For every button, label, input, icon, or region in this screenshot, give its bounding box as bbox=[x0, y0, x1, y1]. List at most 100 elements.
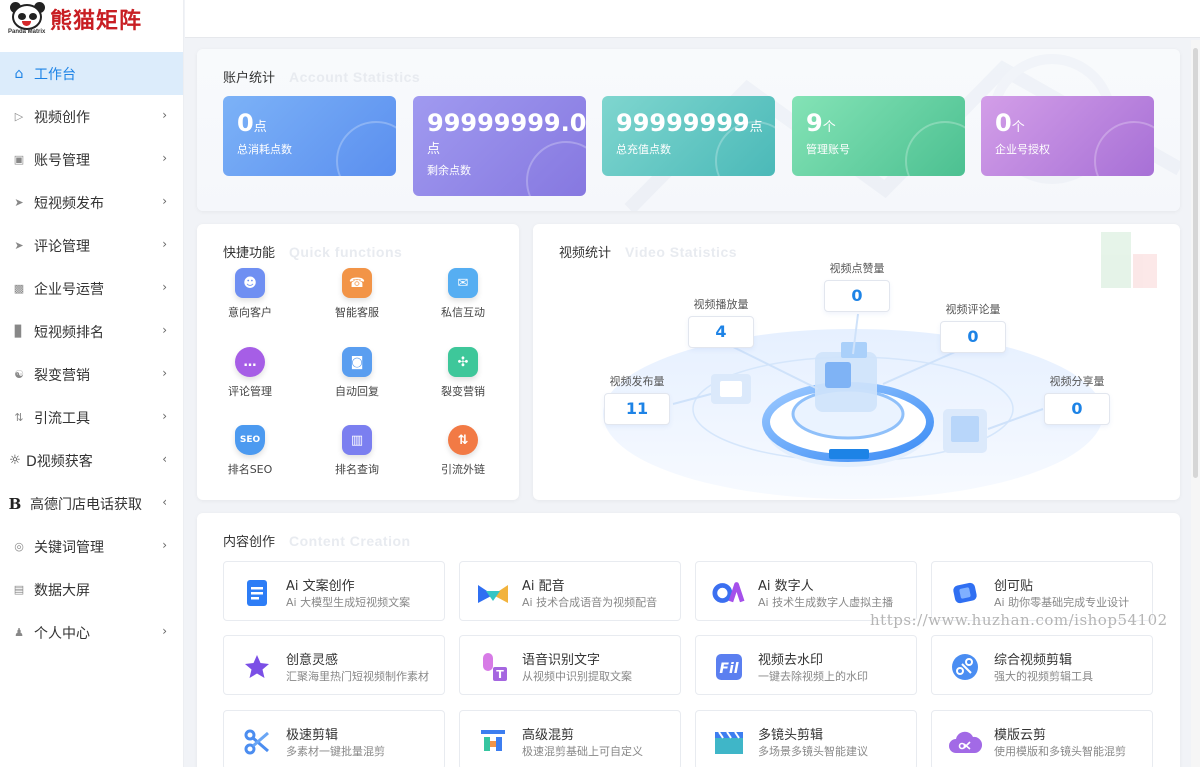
send-icon: ➤ bbox=[14, 196, 24, 209]
card-fast-editing[interactable]: 极速剪辑 多素材一键批量混剪 bbox=[223, 710, 445, 767]
card-title: 创可贴 bbox=[994, 579, 1034, 594]
scissors-circle-icon bbox=[948, 650, 982, 684]
quick-private-message[interactable]: ✉ 私信互动 bbox=[428, 268, 498, 320]
headset-icon: ☎ bbox=[342, 268, 372, 298]
link-icon: ⇅ bbox=[448, 425, 478, 455]
page-scrollbar[interactable] bbox=[1191, 40, 1200, 767]
stat-video-published: 视频发布量 11 bbox=[604, 373, 670, 425]
sidebar-item-personal-center[interactable]: ♟ 个人中心 › bbox=[0, 611, 183, 654]
stat-total-consumed: 0点 总消耗点数 bbox=[223, 96, 396, 176]
chevron-right-icon: › bbox=[162, 194, 167, 208]
sidebar-item-short-video-publish[interactable]: ➤ 短视频发布 › bbox=[0, 181, 183, 224]
card-title: 高级混剪 bbox=[522, 728, 575, 743]
account-statistics-panel: 账户统计 Account Statistics 0点 总消耗点数 99999999… bbox=[197, 49, 1180, 211]
chevron-right-icon: › bbox=[162, 409, 167, 423]
sidebar-item-account-management[interactable]: ▣ 账号管理 › bbox=[0, 138, 183, 181]
sidebar-item-label: 评论管理 bbox=[34, 238, 90, 255]
quick-intent-customers[interactable]: ☻ 意向客户 bbox=[215, 268, 285, 320]
quick-ranking-query[interactable]: ▥ 排名查询 bbox=[322, 425, 392, 477]
quick-fission-marketing[interactable]: ✣ 裂变营销 bbox=[428, 347, 498, 399]
panel-title-en: Quick functions bbox=[289, 244, 403, 260]
chevron-right-icon: › bbox=[162, 280, 167, 294]
stat-label: 视频点赞量 bbox=[829, 262, 885, 275]
quick-comment-management[interactable]: … 评论管理 bbox=[215, 347, 285, 399]
quick-auto-reply[interactable]: ◙ 自动回复 bbox=[322, 347, 392, 399]
sidebar-item-keyword-management[interactable]: ◎ 关键词管理 › bbox=[0, 525, 183, 568]
quick-ranking-seo[interactable]: SEO 排名SEO bbox=[215, 425, 285, 477]
sidebar-item-d-video-acquisition[interactable]: ☼ D视频获客 ‹ bbox=[0, 439, 183, 482]
quick-traffic-links[interactable]: ⇅ 引流外链 bbox=[428, 425, 498, 477]
mail-icon: ✉ bbox=[448, 268, 478, 298]
chevron-right-icon: › bbox=[162, 151, 167, 165]
sidebar-item-traffic-tools[interactable]: ⇅ 引流工具 › bbox=[0, 396, 183, 439]
sidebar-nav: ⌂ 工作台 ▷ 视频创作 › ▣ 账号管理 › ➤ 短视频发布 › ➤ 评论管理… bbox=[0, 52, 183, 654]
sidebar-item-comment-management[interactable]: ➤ 评论管理 › bbox=[0, 224, 183, 267]
stat-value: 0 bbox=[237, 109, 254, 137]
robot-icon: ◙ bbox=[342, 347, 372, 377]
stat-value: 99999999.00 bbox=[427, 109, 586, 137]
card-title: Ai 文案创作 bbox=[286, 579, 355, 594]
quick-item-label: 评论管理 bbox=[228, 385, 272, 398]
video-statistics-title: 视频统计 Video Statistics bbox=[559, 242, 737, 261]
card-advanced-mix[interactable]: 高级混剪 极速混剪基础上可自定义 bbox=[459, 710, 681, 767]
sidebar-item-workbench[interactable]: ⌂ 工作台 bbox=[0, 52, 183, 95]
scrollbar-thumb[interactable] bbox=[1193, 48, 1198, 478]
quick-functions-panel: 快捷功能 Quick functions ☻ 意向客户 ☎ 智能客服 ✉ 私信互动… bbox=[197, 224, 519, 500]
comment-icon: … bbox=[235, 347, 265, 377]
stat-value: 11 bbox=[604, 393, 670, 425]
sidebar-item-fission-marketing[interactable]: ☯ 裂变营销 › bbox=[0, 353, 183, 396]
stat-unit: 个 bbox=[822, 120, 836, 135]
sidebar-item-label: 企业号运营 bbox=[34, 281, 104, 298]
chevron-right-icon: › bbox=[162, 538, 167, 552]
card-description: 强大的视频剪辑工具 bbox=[994, 670, 1093, 683]
content-creation-title: 内容创作 Content Creation bbox=[223, 531, 411, 550]
card-description: 多素材一键批量混剪 bbox=[286, 745, 385, 758]
top-bar bbox=[185, 0, 1200, 38]
screen-icon: ▤ bbox=[13, 583, 25, 596]
card-description: 汇聚海里热门短视频制作素材 bbox=[286, 670, 429, 683]
card-speech-to-text[interactable]: T 语音识别文字 从视频中识别提取文案 bbox=[459, 635, 681, 695]
digital-human-icon bbox=[712, 576, 746, 610]
card-multi-camera[interactable]: 多镜头剪辑 多场景多镜头智能建议 bbox=[695, 710, 917, 767]
b-letter-icon: B bbox=[8, 494, 22, 513]
sidebar-item-label: 短视频发布 bbox=[34, 195, 104, 212]
seo-shield-icon: SEO bbox=[235, 425, 265, 455]
card-description: Ai 技术合成语音为视频配音 bbox=[522, 596, 658, 609]
stat-video-comments: 视频评论量 0 bbox=[940, 301, 1006, 353]
card-template-cloud-edit[interactable]: 模版云剪 使用模版和多镜头智能混剪 bbox=[931, 710, 1153, 767]
stat-label: 视频评论量 bbox=[945, 303, 1001, 316]
card-video-editing[interactable]: 综合视频剪辑 强大的视频剪辑工具 bbox=[931, 635, 1153, 695]
chevron-right-icon: › bbox=[162, 366, 167, 380]
card-creative-inspiration[interactable]: 创意灵感 汇聚海里热门短视频制作素材 bbox=[223, 635, 445, 695]
sidebar-item-short-video-ranking[interactable]: ▊ 短视频排名 › bbox=[0, 310, 183, 353]
quick-item-label: 裂变营销 bbox=[441, 385, 485, 398]
sidebar-item-video-creation[interactable]: ▷ 视频创作 › bbox=[0, 95, 183, 138]
panel-title-en: Content Creation bbox=[289, 533, 411, 549]
card-watermark-removal[interactable]: Fil 视频去水印 一键去除视频上的水印 bbox=[695, 635, 917, 695]
logo-subtitle: Panda Matrix bbox=[8, 29, 46, 35]
bar-chart-icon: ▊ bbox=[14, 325, 24, 338]
star-icon bbox=[240, 650, 274, 684]
card-ai-copywriting[interactable]: Ai 文案创作 Ai 大模型生成短视频文案 bbox=[223, 561, 445, 621]
quick-smart-service[interactable]: ☎ 智能客服 bbox=[322, 268, 392, 320]
card-title: Ai 数字人 bbox=[758, 579, 814, 594]
mix-edit-icon bbox=[476, 725, 510, 759]
card-ai-voiceover[interactable]: Ai 配音 Ai 技术合成语音为视频配音 bbox=[459, 561, 681, 621]
chevron-right-icon: › bbox=[162, 108, 167, 122]
logo[interactable]: Panda Matrix 熊猫矩阵 bbox=[0, 0, 183, 38]
svg-text:Fil: Fil bbox=[719, 661, 738, 677]
sidebar-item-data-screen[interactable]: ▤ 数据大屏 bbox=[0, 568, 183, 611]
stat-remaining-points: 99999999.00 点 剩余点数 bbox=[413, 96, 586, 196]
sidebar-item-amap-store-phone[interactable]: B 高德门店电话获取 ‹ bbox=[0, 482, 183, 525]
card-description: Ai 技术生成数字人虚拟主播 bbox=[758, 596, 894, 609]
network-icon: ✣ bbox=[448, 347, 478, 377]
watermark-remove-icon: Fil bbox=[712, 650, 746, 684]
quick-item-label: 私信互动 bbox=[441, 306, 485, 319]
card-title: 语音识别文字 bbox=[522, 653, 601, 668]
mic-text-icon: T bbox=[476, 650, 510, 684]
sidebar-item-label: 引流工具 bbox=[34, 410, 90, 427]
sidebar: Panda Matrix 熊猫矩阵 ⌂ 工作台 ▷ 视频创作 › ▣ 账号管理 … bbox=[0, 0, 184, 767]
sidebar-item-enterprise-operation[interactable]: ▩ 企业号运营 › bbox=[0, 267, 183, 310]
home-icon: ⌂ bbox=[14, 65, 24, 82]
bar-chart-icon: ▥ bbox=[342, 425, 372, 455]
